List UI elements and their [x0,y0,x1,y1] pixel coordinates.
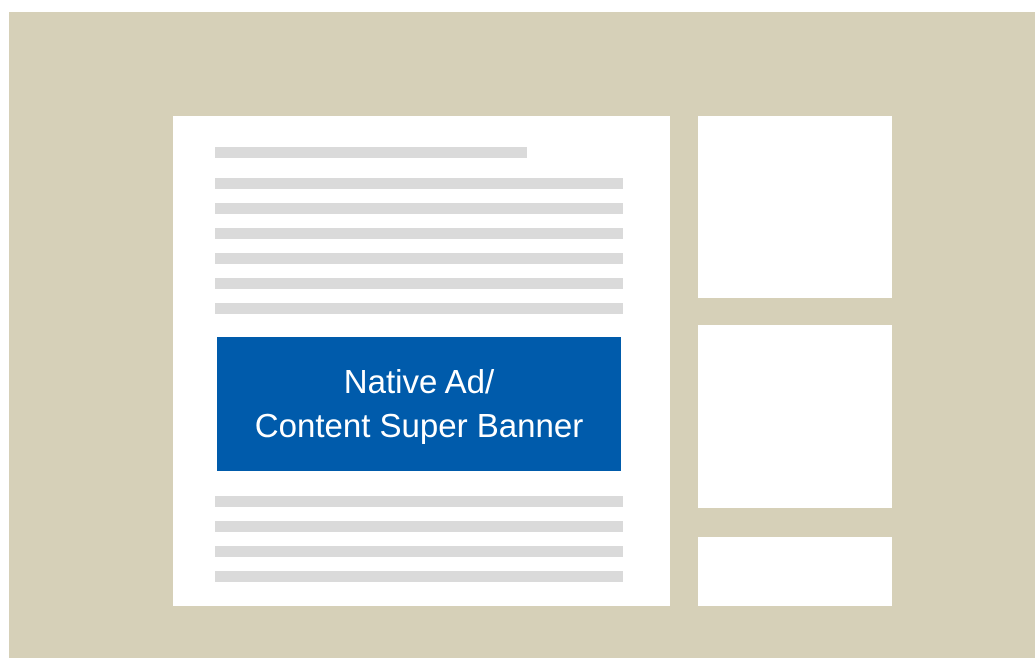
text-line-placeholder [215,521,623,532]
headline-placeholder [215,147,527,158]
text-line-placeholder [215,303,623,314]
sidebar-box [698,325,892,508]
sidebar-box [698,537,892,606]
text-line-placeholder [215,546,623,557]
text-line-placeholder [215,178,623,189]
text-line-placeholder [215,228,623,239]
text-line-placeholder [215,203,623,214]
text-line-placeholder [215,571,623,582]
text-line-placeholder [215,278,623,289]
text-line-placeholder [215,496,623,507]
ad-banner-label-line1: Native Ad/ [343,363,495,400]
ad-banner-label-line2: Content Super Banner [254,407,584,444]
native-ad-banner[interactable]: Native Ad/ Content Super Banner [217,337,621,471]
text-line-placeholder [215,253,623,264]
sidebar-box [698,116,892,298]
